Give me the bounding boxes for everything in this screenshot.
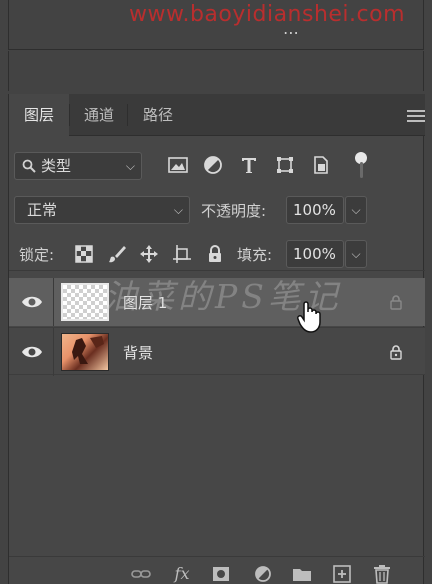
fill-input[interactable]: 100% [286, 240, 344, 268]
lock-image-pixels-icon[interactable] [107, 244, 127, 264]
layer-thumbnail[interactable] [61, 283, 109, 321]
delete-layer-icon[interactable] [371, 564, 393, 584]
divider [53, 278, 54, 326]
blend-mode-value: 正常 [27, 201, 58, 219]
hand-cursor-icon [297, 301, 321, 333]
type-filter-icon[interactable] [238, 154, 260, 176]
divider [9, 270, 425, 271]
thumbnail-figure [72, 336, 104, 364]
layer-name[interactable]: 图层 1 [123, 292, 167, 313]
fx-icon[interactable]: fx [171, 564, 193, 584]
opacity-input[interactable]: 100% [286, 196, 344, 224]
shape-filter-icon[interactable] [274, 154, 296, 176]
add-mask-icon[interactable] [210, 564, 232, 584]
new-group-icon[interactable] [291, 564, 313, 584]
fill-label: 填充: [237, 246, 273, 264]
opacity-dropdown-chevron-icon[interactable]: ⌵ [345, 196, 367, 224]
filter-kind-label: 类型 [41, 157, 72, 175]
adjustment-filter-icon[interactable] [202, 154, 224, 176]
visibility-eye-icon[interactable] [21, 294, 43, 310]
watermark-url: www.baoyidianshei.com [129, 2, 406, 27]
filter-toggle-stem [360, 162, 363, 178]
divider [53, 328, 54, 376]
layer-thumbnail[interactable] [61, 333, 109, 371]
panel-menu-icon[interactable] [407, 110, 425, 122]
divider [9, 556, 425, 557]
layer-row-background[interactable]: 背景 [9, 327, 425, 376]
search-icon [22, 159, 36, 173]
lock-artboard-icon[interactable] [172, 244, 192, 264]
tab-channels[interactable]: 通道 [71, 94, 127, 136]
tab-divider [69, 104, 70, 126]
panel-tabbar: 图层 通道 路径 [9, 94, 425, 136]
upper-panel: www.baoyidianshei.com ⋯ [8, 0, 424, 50]
new-layer-icon[interactable] [331, 564, 353, 584]
layer-name[interactable]: 背景 [123, 342, 153, 363]
layer-filter-select[interactable]: 类型 ⌵ [14, 152, 142, 180]
fill-dropdown-chevron-icon[interactable]: ⌵ [345, 240, 367, 268]
tab-divider [127, 104, 128, 126]
lock-label: 锁定: [19, 246, 55, 264]
lock-transparent-pixels-icon[interactable] [74, 244, 94, 264]
lock-all-icon[interactable] [205, 244, 225, 264]
new-adjustment-icon[interactable] [252, 564, 274, 584]
tab-paths[interactable]: 路径 [129, 94, 187, 136]
layer-lock-icon [390, 295, 402, 310]
layers-panel: 图层 通道 路径 类型 ⌵ 正常 ⌵ 不透明度: 100% ⌵ 锁定: 填充: … [8, 94, 425, 584]
layer-row-layer1[interactable]: 图层 1 [9, 278, 425, 326]
blend-mode-select[interactable]: 正常 ⌵ [14, 196, 190, 224]
upper-panel-strip [8, 51, 424, 91]
chevron-down-icon: ⌵ [173, 203, 183, 217]
image-filter-icon[interactable] [167, 154, 189, 176]
lock-position-icon[interactable] [139, 244, 159, 264]
smartobject-filter-icon[interactable] [310, 154, 332, 176]
tab-layers[interactable]: 图层 [9, 94, 69, 136]
panel-grip-icon[interactable]: ⋯ [283, 25, 313, 41]
link-layers-icon[interactable] [130, 564, 152, 584]
chevron-down-icon: ⌵ [125, 159, 135, 173]
visibility-eye-icon[interactable] [21, 344, 43, 360]
layer-lock-icon[interactable] [389, 344, 403, 360]
opacity-label: 不透明度: [201, 202, 267, 220]
